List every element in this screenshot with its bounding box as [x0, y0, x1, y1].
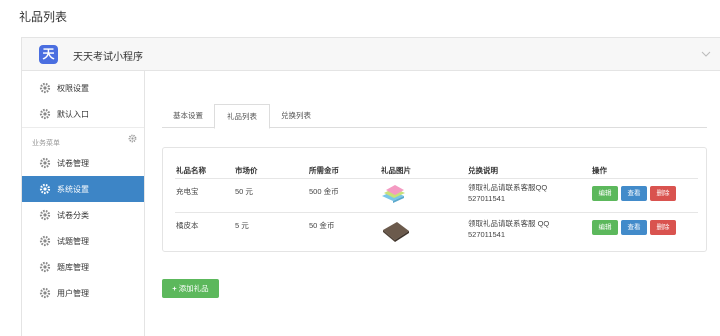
- app-logo: 天: [39, 45, 58, 64]
- chevron-down-icon[interactable]: [700, 48, 712, 60]
- column-header-price: 市场价: [235, 166, 258, 175]
- tab-gift-list[interactable]: 礼品列表: [214, 104, 270, 129]
- column-header-image: 礼品图片: [381, 166, 411, 175]
- sidebar-item-label: 默认入口: [57, 110, 89, 119]
- gift-name: 充电宝: [176, 187, 199, 196]
- tab-basic-settings[interactable]: 基本设置: [162, 104, 214, 128]
- gift-description-line2: 527011541: [468, 194, 505, 203]
- row-divider: [175, 212, 698, 213]
- gift-description-line1: 领取礼品请联系客服 QQ: [468, 219, 550, 228]
- sidebar-section-label: 业务菜单: [32, 140, 60, 147]
- sidebar-item-system-settings[interactable]: 系统设置: [22, 176, 144, 202]
- view-button[interactable]: 查看: [621, 186, 647, 201]
- sidebar-item-user-manage[interactable]: 用户管理: [22, 280, 144, 306]
- gear-icon: [39, 209, 51, 221]
- gift-coins: 500 金币: [309, 187, 339, 196]
- sidebar-item-default-entry[interactable]: 默认入口: [22, 101, 144, 127]
- add-gift-label: 添加礼品: [178, 284, 209, 293]
- sidebar: 权限设置 默认入口 业务菜单 试卷管理 系统设置 试卷分类 试题管理 题库管理 …: [22, 71, 145, 336]
- sidebar-item-question-bank[interactable]: 题库管理: [22, 254, 144, 280]
- tab-bar: 基本设置 礼品列表 兑换列表: [162, 104, 707, 129]
- gift-name: 橘皮本: [176, 221, 199, 230]
- app-header[interactable]: 天 天天考试小程序: [22, 38, 720, 71]
- sidebar-item-label: 题库管理: [57, 263, 89, 272]
- gear-icon: [39, 108, 51, 120]
- sidebar-item-label: 权限设置: [57, 84, 89, 93]
- sidebar-item-label: 系统设置: [57, 185, 89, 194]
- delete-button[interactable]: 删除: [650, 220, 676, 235]
- tab-exchange-list[interactable]: 兑换列表: [270, 104, 322, 128]
- gear-icon[interactable]: [128, 134, 137, 143]
- delete-button[interactable]: 删除: [650, 186, 676, 201]
- view-button[interactable]: 查看: [621, 220, 647, 235]
- sidebar-item-label: 试卷分类: [57, 211, 89, 220]
- gift-coins: 50 金币: [309, 221, 335, 230]
- edit-button[interactable]: 编辑: [592, 220, 618, 235]
- gear-icon: [39, 183, 51, 195]
- sidebar-item-label: 用户管理: [57, 289, 89, 298]
- gear-icon: [39, 157, 51, 169]
- sidebar-item-exam-manage[interactable]: 试卷管理: [22, 150, 144, 176]
- gear-icon: [39, 82, 51, 94]
- notebook-image: [383, 222, 409, 242]
- sidebar-section-business: 业务菜单: [22, 127, 144, 149]
- app-name: 天天考试小程序: [73, 52, 143, 63]
- gear-icon: [39, 261, 51, 273]
- power-bank-image: [382, 185, 405, 203]
- plus-icon: +: [172, 284, 177, 293]
- header-divider: [175, 178, 698, 179]
- gift-price: 50 元: [235, 187, 253, 196]
- sidebar-item-question-manage[interactable]: 试题管理: [22, 228, 144, 254]
- gear-icon: [39, 235, 51, 247]
- column-header-description: 兑换说明: [468, 166, 498, 175]
- gift-price: 5 元: [235, 221, 249, 230]
- column-header-actions: 操作: [592, 166, 607, 175]
- page-title: 礼品列表: [19, 10, 68, 24]
- column-header-name: 礼品名称: [176, 166, 206, 175]
- sidebar-item-label: 试题管理: [57, 237, 89, 246]
- edit-button[interactable]: 编辑: [592, 186, 618, 201]
- gift-description-line1: 领取礼品请联系客服QQ: [468, 183, 548, 192]
- column-header-coins: 所需金币: [309, 166, 339, 175]
- gear-icon: [39, 287, 51, 299]
- add-gift-button[interactable]: + 添加礼品: [162, 279, 219, 298]
- sidebar-item-exam-category[interactable]: 试卷分类: [22, 202, 144, 228]
- sidebar-item-label: 试卷管理: [57, 159, 89, 168]
- gift-table: 礼品名称 市场价 所需金币 礼品图片 兑换说明 操作 充电宝 50 元 500 …: [162, 147, 707, 252]
- sidebar-item-permissions[interactable]: 权限设置: [22, 75, 144, 101]
- gift-description-line2: 527011541: [468, 230, 505, 239]
